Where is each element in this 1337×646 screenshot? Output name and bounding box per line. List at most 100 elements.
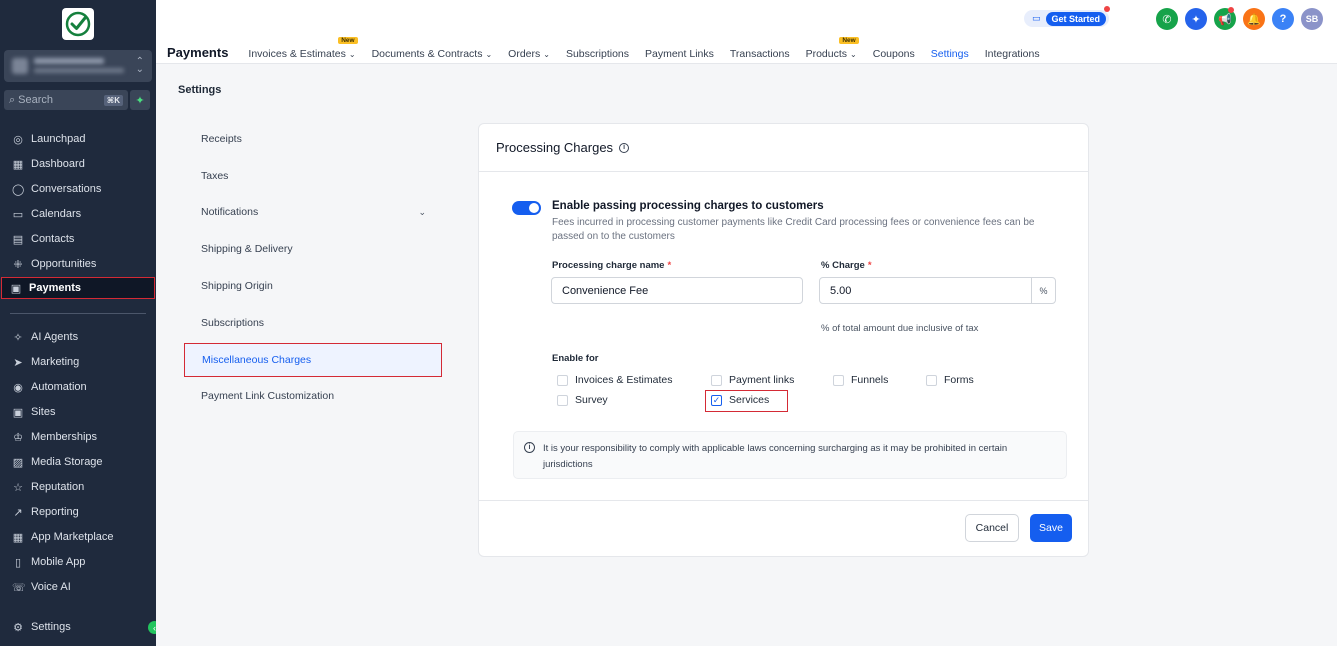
notifications-button[interactable]: 🔔: [1243, 8, 1265, 30]
tab-invoices-estimates[interactable]: Invoices & Estimates ⌄ New: [240, 37, 363, 64]
chevron-down-icon: ⌄: [348, 49, 356, 59]
tab-orders[interactable]: Orders ⌄: [500, 44, 558, 64]
settings-nav-subscriptions[interactable]: Subscriptions: [184, 306, 442, 340]
settings-nav-payment-link-customization[interactable]: Payment Link Customization: [184, 379, 442, 413]
tab-integrations[interactable]: Integrations: [977, 44, 1048, 64]
tab-label: Products: [805, 48, 848, 60]
tab-label: Subscriptions: [565, 48, 629, 60]
charge-name-input[interactable]: Convenience Fee: [551, 277, 803, 304]
checkbox-label: Survey: [575, 394, 608, 406]
sidebar-item-conversations[interactable]: ◯ Conversations: [4, 178, 152, 200]
tab-transactions[interactable]: Transactions: [722, 44, 798, 64]
automation-icon: ◉: [13, 381, 23, 394]
sidebar-item-reputation[interactable]: ☆ Reputation: [4, 476, 152, 498]
settings-nav-receipts[interactable]: Receipts: [184, 122, 442, 156]
cancel-button[interactable]: Cancel: [965, 514, 1019, 542]
checkbox-label: Invoices & Estimates: [575, 374, 673, 386]
search-icon: ⌕: [9, 93, 16, 106]
bell-icon: 🔔: [1247, 13, 1261, 26]
tab-label: Invoices & Estimates: [248, 48, 346, 60]
announcements-dot: [1228, 7, 1234, 13]
enable-processing-charges-toggle[interactable]: [512, 201, 541, 215]
checkbox-invoices-estimates[interactable]: Invoices & Estimates: [557, 374, 672, 386]
sidebar-item-settings[interactable]: ⚙ Settings: [4, 616, 152, 638]
charge-percent-value: 5.00: [830, 284, 852, 297]
media-storage-icon: ▨: [12, 456, 24, 469]
checkbox-funnels[interactable]: Funnels: [833, 374, 888, 386]
compliance-notice: i It is your responsibility to comply wi…: [513, 431, 1067, 479]
sidebar-item-label: Voice AI: [31, 581, 71, 593]
info-icon[interactable]: i: [619, 142, 630, 153]
sites-icon: ▣: [12, 406, 24, 419]
opportunities-icon: ⁜: [13, 258, 23, 271]
charge-percent-label: % Charge *: [821, 260, 872, 271]
ai-sparkle-button[interactable]: ✦: [130, 90, 150, 110]
get-started-pill[interactable]: ▭ Get Started: [1024, 10, 1110, 27]
settings-nav-shipping-origin[interactable]: Shipping Origin: [184, 269, 442, 303]
sidebar-item-payments[interactable]: ▣ Payments: [1, 277, 155, 299]
dashboard-icon: ▦: [12, 158, 24, 171]
sidebar-item-voice-ai[interactable]: ☏ Voice AI: [4, 576, 152, 598]
tab-documents-contracts[interactable]: Documents & Contracts ⌄: [364, 44, 501, 64]
sidebar-item-mobile-app[interactable]: ▯ Mobile App: [4, 551, 152, 573]
sidebar-item-marketing[interactable]: ➤ Marketing: [4, 351, 152, 373]
tab-products[interactable]: Products ⌄ New: [798, 37, 865, 64]
sidebar-item-label: Conversations: [31, 183, 102, 195]
checkbox-box: [557, 394, 568, 406]
sidebar-item-ai-agents[interactable]: ✧ AI Agents: [4, 326, 152, 348]
checkbox-forms[interactable]: Forms: [926, 374, 974, 386]
tab-subscriptions[interactable]: Subscriptions: [558, 44, 637, 64]
sidebar-item-calendars[interactable]: ▭ Calendars: [4, 203, 152, 225]
sidebar-item-app-marketplace[interactable]: ▦ App Marketplace: [4, 526, 152, 548]
checkbox-label: Forms: [944, 374, 974, 386]
charge-name-label: Processing charge name *: [552, 260, 671, 271]
settings-nav-taxes[interactable]: Taxes: [184, 159, 442, 193]
percent-suffix: %: [1031, 278, 1055, 303]
label-text: Processing charge name: [552, 260, 665, 271]
top-bar: Payments Invoices & Estimates ⌄ New Docume…: [156, 0, 1337, 72]
sidebar-item-contacts[interactable]: ▤ Contacts: [4, 228, 152, 250]
info-icon: i: [524, 442, 535, 453]
sidebar-item-sites[interactable]: ▣ Sites: [4, 401, 152, 423]
section-title: Payments: [167, 44, 229, 60]
settings-icon: ⚙: [13, 621, 23, 634]
sidebar-item-opportunities[interactable]: ⁜ Opportunities: [4, 253, 152, 275]
sidebar-item-label: Marketing: [31, 356, 80, 368]
account-switcher[interactable]: ⌃ ⌄: [4, 50, 152, 82]
avatar[interactable]: SB: [1301, 8, 1323, 30]
settings-nav-shipping-delivery[interactable]: Shipping & Delivery: [184, 232, 442, 266]
sidebar-item-memberships[interactable]: ♔ Memberships: [4, 426, 152, 448]
checkbox-payment-links[interactable]: Payment links: [711, 374, 794, 386]
settings-nav-miscellaneous-charges[interactable]: Miscellaneous Charges: [184, 343, 442, 377]
reporting-icon: ↗: [13, 506, 23, 519]
ai-assist-button[interactable]: ✦: [1185, 8, 1207, 30]
phone-button[interactable]: ✆: [1156, 8, 1178, 30]
sidebar-item-label: Reputation: [31, 481, 85, 493]
save-button[interactable]: Save: [1030, 514, 1072, 542]
checkmark-logo-icon: [65, 11, 91, 37]
sidebar-item-automation[interactable]: ◉ Automation: [4, 376, 152, 398]
tab-payment-links[interactable]: Payment Links: [637, 44, 722, 64]
app-logo[interactable]: [62, 8, 94, 40]
tab-label: Payment Links: [645, 48, 714, 60]
ai-agents-icon: ✧: [13, 331, 23, 344]
charge-percent-hint: % of total amount due inclusive of tax: [821, 323, 979, 334]
checkbox-label: Payment links: [729, 374, 795, 386]
tab-settings[interactable]: Settings: [922, 44, 977, 72]
sidebar-item-dashboard[interactable]: ▦ Dashboard: [4, 153, 152, 175]
settings-nav-label: Receipts: [201, 133, 242, 145]
settings-nav-label: Subscriptions: [201, 317, 265, 329]
get-started-button[interactable]: Get Started: [1045, 11, 1107, 26]
checkbox-survey[interactable]: Survey: [557, 394, 608, 406]
sidebar-item-label: Opportunities: [31, 258, 97, 270]
tab-coupons[interactable]: Coupons: [865, 44, 923, 64]
charge-percent-input[interactable]: 5.00 %: [819, 277, 1056, 304]
search-input[interactable]: ⌕ Search ⌘K: [4, 90, 128, 110]
sidebar-item-reporting[interactable]: ↗ Reporting: [4, 501, 152, 523]
checkbox-box: [557, 374, 568, 386]
help-button[interactable]: ?: [1272, 8, 1294, 30]
sidebar-item-launchpad[interactable]: ◎ Launchpad: [4, 128, 152, 150]
search-placeholder: Search: [18, 94, 54, 106]
sidebar-item-media-storage[interactable]: ▨ Media Storage: [4, 451, 152, 473]
settings-nav-notifications[interactable]: Notifications ⌄: [184, 195, 442, 229]
